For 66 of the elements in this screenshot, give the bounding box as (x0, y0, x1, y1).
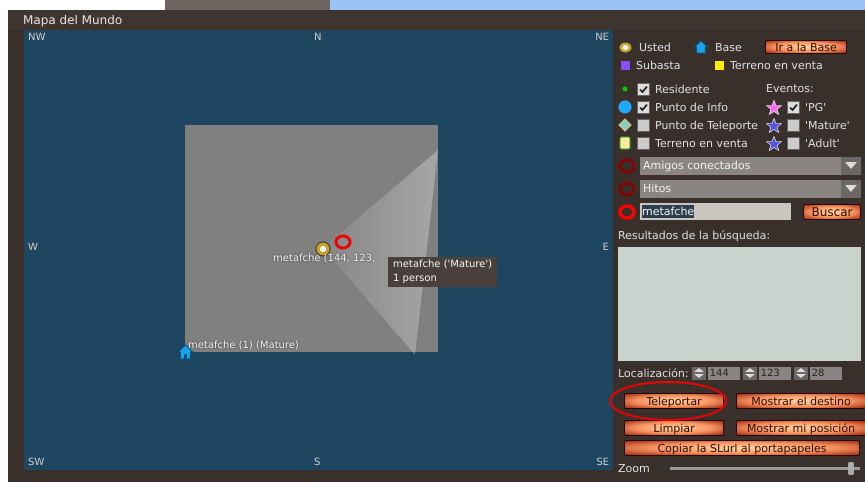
compass-label: W (28, 242, 38, 253)
avatar-marker-icon (618, 40, 633, 54)
tooltip-text: 1 person (393, 272, 438, 286)
compass-label: SE (596, 457, 609, 468)
event-label: 'Adult' (805, 136, 840, 150)
search-field[interactable]: metafche (640, 203, 791, 220)
compass-label: S (314, 457, 320, 468)
diamond-icon (618, 118, 632, 132)
slider-thumb[interactable] (848, 462, 854, 475)
spinner-arrows-icon[interactable] (742, 366, 757, 380)
tooltip-text: metafche ('Mature') (393, 258, 492, 272)
filter-label: Punto de Info (655, 100, 728, 114)
search-button[interactable]: Buscar (803, 204, 861, 220)
action-button[interactable]: Limpiar (624, 420, 724, 436)
checkbox[interactable] (637, 82, 650, 96)
action-button[interactable]: Mostrar el destino (736, 393, 865, 409)
location-label: Localización: (618, 366, 689, 380)
ring-icon (334, 234, 352, 250)
compass-label: E (602, 242, 609, 253)
home-label: metafche (1) (Mature) (188, 340, 299, 351)
window-title: Mapa del Mundo (23, 13, 122, 27)
caret-icon (845, 162, 857, 169)
events-label: Eventos: (766, 81, 815, 97)
auction-swatch-icon (621, 60, 630, 70)
world-map[interactable]: NW N NE W E SW S SE metafche (144, 123, metafche ('Mature') 1 person metafche (1) (Mature) (24, 30, 613, 470)
filter-label: Residente (655, 82, 710, 96)
zoom-label: Zoom (618, 462, 650, 475)
checkbox[interactable] (787, 136, 800, 150)
checkbox[interactable] (637, 136, 650, 150)
action-button[interactable]: Teleportar (624, 393, 724, 409)
avatar-label: metafche (144, 123, (273, 253, 376, 264)
ring-icon (618, 158, 636, 174)
checkbox[interactable] (787, 118, 800, 132)
legend-label: Terreno en venta (730, 58, 823, 72)
event-label: 'PG' (805, 100, 826, 114)
compass-label: N (314, 32, 322, 43)
star-icon (766, 136, 782, 150)
compass-label: NE (595, 32, 609, 43)
copy-slurl-button[interactable]: Copiar la SLurl al portapapeles (624, 440, 860, 456)
star-icon (766, 100, 782, 114)
sale-swatch-icon (715, 60, 724, 70)
spinner-arrows-icon[interactable] (794, 366, 808, 380)
legend-label: Base (715, 40, 743, 54)
compass-label: NW (28, 32, 46, 43)
coordinate-field[interactable]: 144 (708, 366, 740, 380)
spinner-arrows-icon[interactable] (692, 366, 706, 380)
compass-label: SW (28, 457, 44, 468)
filter-label: Punto de Teleporte (655, 118, 758, 132)
star-icon (766, 118, 782, 132)
coordinate-field[interactable]: 28 (810, 366, 842, 380)
action-button[interactable]: Mostrar mi posición (736, 420, 865, 436)
legend-label: Usted (639, 40, 672, 54)
event-label: 'Mature' (805, 118, 850, 132)
caret-icon (845, 185, 857, 192)
filter-label: Terreno en venta (655, 136, 748, 150)
checkbox[interactable] (787, 100, 800, 114)
checkbox[interactable] (637, 118, 650, 132)
info-icon (618, 100, 632, 114)
checkbox[interactable] (637, 100, 650, 114)
ring-icon (618, 204, 636, 220)
results-label: Resultados de la búsqueda: (618, 229, 772, 242)
coordinate-field[interactable]: 123 (758, 366, 791, 380)
house-icon (693, 40, 709, 54)
legend-label: Subasta (636, 58, 682, 72)
ring-icon (618, 180, 636, 196)
go-home-button[interactable]: Ir a la Base (765, 40, 847, 54)
